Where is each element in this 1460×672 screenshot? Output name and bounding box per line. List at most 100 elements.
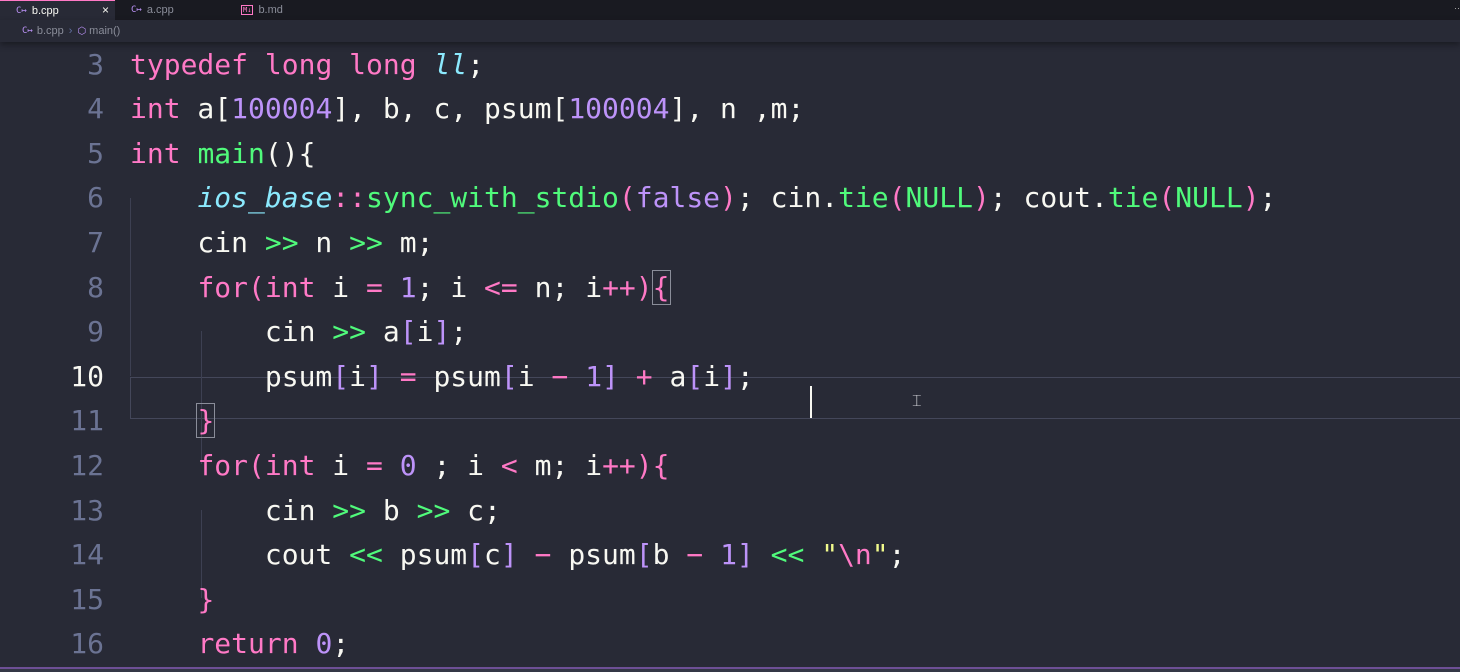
code-token: ( [1158,181,1176,215]
code-token: for [197,270,249,304]
code-token: psum [551,538,636,572]
code-token: ; [888,538,906,572]
code-token: [ [214,92,232,126]
chevron-right-icon: › [68,25,73,37]
code-line[interactable]: 15 } [0,578,1460,622]
code-token: i [315,449,367,482]
code-line[interactable]: 7 cin >> n >> m; [0,221,1460,265]
code-token: [ [500,359,518,393]
code-token: return [197,627,299,661]
code-token: b [366,493,417,527]
code-token: i [315,270,367,304]
code-line[interactable]: 8 for(int i = 1; i <= n; i++){ [0,266,1460,310]
code-token: long [264,47,333,81]
code-line[interactable]: 14 cout << psum[c] − psum[b − 1] << "\n"… [0,533,1460,577]
code-token: − [534,538,552,572]
close-icon[interactable]: × [102,3,109,17]
tab-label: b.md [258,4,283,16]
code-token: ; i [416,270,485,304]
code-token: int [264,449,316,482]
code-token: ++ [602,449,636,482]
code-token: >> [332,315,367,349]
line-number: 12 [70,449,104,482]
code-line[interactable]: 16 return 0; [0,622,1460,666]
code-line[interactable]: 13 cin >> b >> c; [0,489,1460,533]
code-token: NULL [905,181,973,215]
code-token: >> [349,226,383,259]
code-token: n; i [517,270,603,304]
tab-a-cpp[interactable]: C↦ a.cpp [115,0,225,20]
code-token: { [651,269,671,305]
code-line[interactable]: 10 psum[i] = psum[i − 1] + a[i]; [0,355,1460,399]
code-token: 100004 [568,92,670,126]
code-token: 0 [315,627,333,661]
code-token: ; [450,315,468,349]
code-token: 1 [720,538,737,572]
code-token: ; [736,359,754,393]
code-text: cin >> a[i]; [130,310,467,354]
breadcrumb-symbol[interactable]: main() [89,25,120,37]
code-line[interactable]: 6 ios_base::sync_with_stdio(false); cin.… [0,176,1460,220]
code-token: ) [720,181,737,215]
code-token: ) [635,270,653,304]
code-text: cout << psum[c] − psum[b − 1] << "\n"; [130,533,906,577]
line-number: 15 [70,582,104,616]
code-token: ( [618,181,636,215]
code-text: } [130,399,216,443]
markdown-file-icon: M↓ [241,5,254,15]
code-token: − [686,538,704,572]
code-token: << [349,538,383,572]
code-token: cin [130,226,265,259]
code-token: int [264,270,316,304]
line-number: 7 [87,226,104,259]
code-token: − [551,359,569,393]
code-text: return 0; [130,622,349,666]
code-line[interactable]: 12 for(int i = 0 ; i < m; i++){ [0,444,1460,488]
tab-bar: C↦ b.cpp × C↦ a.cpp M↓ b.md ⋯ [0,0,1460,20]
code-token: long [349,47,417,81]
code-token: i [349,359,367,393]
code-token: \n [838,538,872,572]
breadcrumb: C↦ b.cpp › ⬡ main() [0,20,1460,42]
breadcrumb-file[interactable]: b.cpp [37,25,64,37]
method-cube-icon: ⬡ [77,25,87,37]
code-token: tie [1107,181,1159,215]
code-token: [ [399,315,417,349]
code-line[interactable]: 5 int main(){ [0,132,1460,176]
code-token: ( [888,181,906,215]
code-token: sync_with_stdio [366,181,619,215]
cpp-file-icon: C↦ [22,26,33,36]
more-actions-icon[interactable]: ⋯ [1454,3,1460,13]
code-token: a [180,92,215,126]
line-number: 5 [87,136,104,170]
code-token: ++ [602,270,636,304]
code-token: >> [416,493,451,527]
code-token: [ [332,359,350,393]
code-token: < [500,449,518,482]
code-token: ], n ,m; [669,92,805,126]
code-line[interactable]: 11 } [0,399,1460,443]
line-number: 6 [87,181,104,215]
code-token: } [197,582,215,616]
code-line[interactable]: 3 typedef long long ll; [0,43,1460,87]
mouse-ibeam-cursor: ⌶ [912,391,922,410]
code-token: psum [130,359,333,393]
tab-b-cpp[interactable]: C↦ b.cpp × [0,0,115,20]
code-text: } [130,578,214,622]
code-token: " [821,538,839,572]
tab-b-md[interactable]: M↓ b.md [225,0,340,20]
code-line[interactable]: 9 cin >> a[i]; [0,310,1460,354]
code-token: ; cin. [736,181,839,215]
code-editor[interactable]: 2using namespace std;3typedef long long … [0,20,1460,672]
code-token: = [366,449,383,482]
code-line[interactable]: 4 int a[100004], b, c, psum[100004], n ,m… [0,87,1460,131]
